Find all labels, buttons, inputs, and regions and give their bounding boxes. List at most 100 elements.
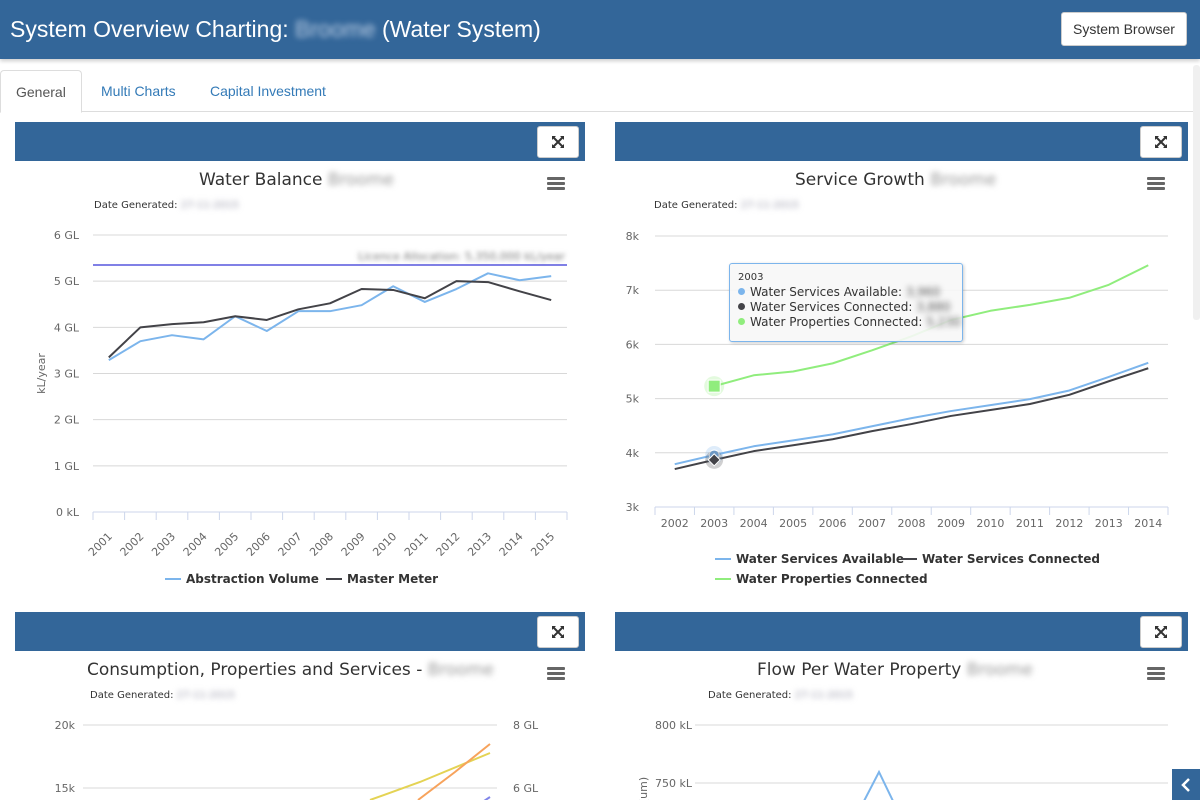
- chart-title-blurred: Broome: [930, 170, 997, 190]
- legend-item-water-services-connected[interactable]: Water Services Connected: [901, 552, 1100, 566]
- chart-title-consumption: Consumption, Properties and Services - B…: [87, 660, 494, 680]
- date-generated-label: Date Generated:: [94, 200, 178, 211]
- y-tick-label: 7k: [626, 284, 640, 297]
- top-bar: System Overview Charting: Broome (Water …: [0, 0, 1200, 59]
- x-tick-label: 2006: [244, 530, 273, 559]
- date-generated-value: 27-11-2015: [180, 200, 239, 211]
- legend-label: Master Meter: [347, 572, 439, 586]
- series-dot-icon: [738, 303, 745, 310]
- x-tick-label: 2010: [976, 517, 1004, 530]
- series-dot-icon: [738, 318, 745, 325]
- y-tick-label: 0 kL: [56, 506, 80, 519]
- expand-button[interactable]: [1140, 616, 1182, 648]
- legend-item-water-services-available[interactable]: Water Services Available: [715, 552, 904, 566]
- y-tick-label-left: 15k: [55, 782, 76, 795]
- legend-swatch: [715, 558, 731, 560]
- chart-title-water-balance: Water Balance Broome: [199, 170, 394, 190]
- date-generated-label: Date Generated:: [708, 690, 792, 701]
- x-tick-label: 2004: [181, 530, 210, 559]
- y-tick-label: 4k: [626, 447, 640, 460]
- side-panel-toggle[interactable]: [1172, 769, 1200, 800]
- chart-title-blurred: Broome: [427, 660, 494, 680]
- x-tick-label: 2001: [86, 530, 115, 559]
- system-browser-button[interactable]: System Browser: [1061, 12, 1187, 46]
- scrollbar[interactable]: [1193, 65, 1200, 320]
- x-tick-label: 2003: [700, 517, 728, 530]
- tab-bar: General Multi Charts Capital Investment: [0, 70, 1195, 113]
- expand-icon: [1155, 626, 1167, 638]
- y-tick-label: 2 GL: [54, 414, 80, 427]
- chart-title-blurred: Broome: [327, 170, 394, 190]
- panel-header-flow: [615, 612, 1188, 651]
- x-tick-label: 2006: [819, 517, 847, 530]
- x-tick-label: 2012: [1055, 517, 1083, 530]
- tab-capital-investment[interactable]: Capital Investment: [195, 70, 341, 112]
- hover-marker-diamond: [707, 453, 721, 467]
- date-generated: Date Generated: 27-11-2015: [90, 690, 235, 701]
- title-suffix: (Water System): [381, 16, 541, 42]
- legend-label: Water Properties Connected: [736, 572, 928, 586]
- charts-canvas: 0 kL1 GL2 GL3 GL4 GL5 GL6 GL2001 2002 2003…: [35, 229, 1169, 800]
- date-generated-value: 27-11-2015: [740, 200, 799, 211]
- x-tick-label: 2004: [740, 517, 768, 530]
- expand-button[interactable]: [537, 126, 579, 158]
- chart-menu-icon[interactable]: [547, 177, 565, 191]
- hover-halo: [705, 445, 724, 464]
- chart-title-text: Flow Per Water Property: [757, 660, 962, 680]
- legend-item-abstraction-volume[interactable]: Abstraction Volume: [165, 572, 319, 586]
- system-name-blurred: Broome: [295, 16, 376, 42]
- tooltip-row: Water Services Available: 3,960: [738, 285, 954, 300]
- x-tick-label: 2011: [402, 530, 431, 559]
- expand-icon: [1155, 136, 1167, 148]
- expand-button[interactable]: [537, 616, 579, 648]
- tab-multi-charts[interactable]: Multi Charts: [86, 70, 191, 112]
- x-tick-label: 2009: [937, 517, 965, 530]
- legend-swatch: [715, 578, 731, 580]
- page-title: System Overview Charting: Broome (Water …: [10, 16, 541, 43]
- y-axis-label: kL/year: [35, 353, 48, 394]
- x-tick-label: 2007: [276, 530, 305, 559]
- chart-menu-icon[interactable]: [547, 667, 565, 681]
- x-tick-label: 2002: [661, 517, 689, 530]
- y-tick-label: 5 GL: [54, 275, 80, 288]
- x-tick-label: 2003: [149, 530, 178, 559]
- date-generated-label: Date Generated:: [654, 200, 738, 211]
- x-tick-label: 2007: [858, 517, 886, 530]
- legend-swatch: [165, 578, 181, 580]
- y-tick-label: 8k: [626, 230, 640, 243]
- chart-title-flow: Flow Per Water Property Broome: [757, 660, 1033, 680]
- date-generated: Date Generated: 27-11-2015: [654, 200, 799, 211]
- series-dot-icon: [738, 288, 745, 295]
- tooltip-row: Water Services Connected: 3,880: [738, 300, 954, 315]
- tooltip-label: Water Services Connected:: [750, 300, 913, 314]
- x-tick-label: 2013: [1095, 517, 1123, 530]
- legend-item-master-meter[interactable]: Master Meter: [326, 572, 438, 586]
- legend-item-water-properties-connected[interactable]: Water Properties Connected: [715, 572, 928, 586]
- tooltip-value: 3,960: [905, 285, 941, 299]
- x-tick-label: 2010: [370, 530, 399, 559]
- expand-button[interactable]: [1140, 126, 1182, 158]
- x-tick-label: 2012: [434, 530, 463, 559]
- expand-icon: [552, 136, 564, 148]
- x-tick-label: 2005: [212, 530, 241, 559]
- x-tick-label: 2008: [898, 517, 926, 530]
- y-tick-label: 3 GL: [54, 368, 80, 381]
- legend-label: Abstraction Volume: [186, 572, 319, 586]
- x-tick-label: 2009: [339, 530, 368, 559]
- y-tick-label-right: 8 GL: [513, 719, 539, 732]
- series-line-water-services-available: [674, 361, 1149, 466]
- hover-marker-circle: [708, 449, 720, 461]
- tooltip-label: Water Properties Connected:: [750, 315, 923, 329]
- chart-menu-icon[interactable]: [1147, 667, 1165, 681]
- y-tick-label: 3k: [626, 501, 640, 514]
- chart-menu-icon[interactable]: [1147, 177, 1165, 191]
- x-tick-label: 2013: [465, 530, 494, 559]
- date-generated-value: 27-11-2015: [794, 690, 853, 701]
- tab-general[interactable]: General: [0, 70, 82, 113]
- tooltip-row: Water Properties Connected: 5,230: [738, 315, 961, 330]
- y-tick-label: 4 GL: [54, 321, 80, 334]
- hover-halo: [704, 376, 725, 397]
- chart-title-blurred: Broome: [966, 660, 1033, 680]
- series-line-flow: [863, 769, 894, 800]
- hover-halo: [705, 450, 724, 469]
